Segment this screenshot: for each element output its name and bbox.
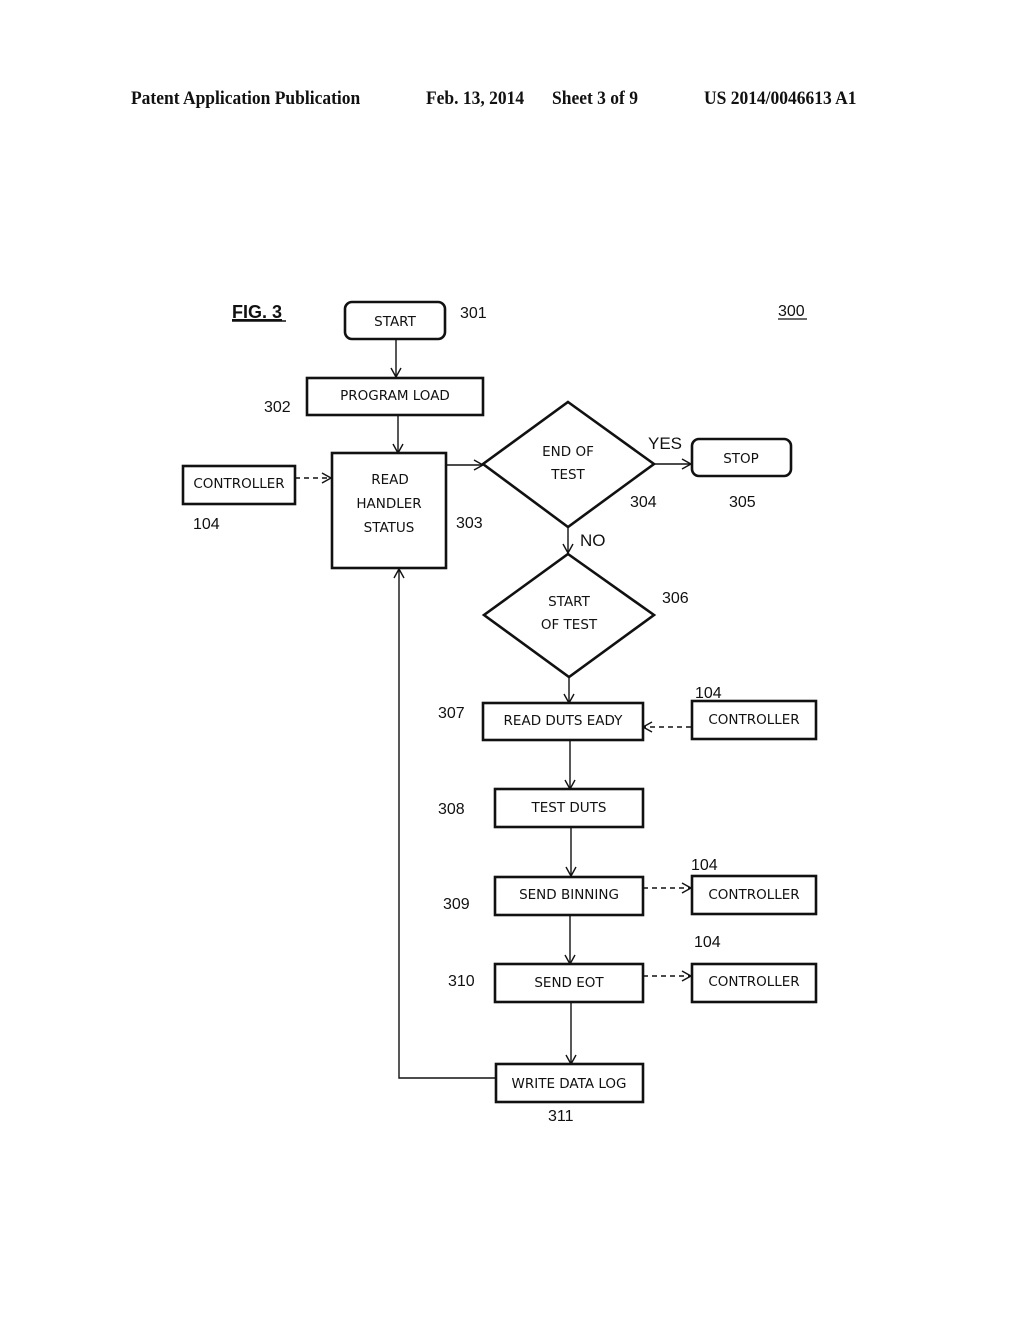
controller-2-label: CONTROLLER (708, 712, 799, 728)
node-read-handler-status: READ HANDLER STATUS (330, 451, 448, 570)
edge-label-no: NO (580, 531, 606, 550)
node-send-binning: SEND BINNING (493, 875, 645, 917)
node-controller-2: CONTROLLER (690, 699, 818, 741)
node-end-of-test: END OF TEST (480, 400, 657, 529)
node-program-load: PROGRAM LOAD (305, 376, 485, 417)
start-of-test-line-1: START (548, 594, 590, 610)
ref-305: 305 (729, 494, 756, 511)
send-binning-label: SEND BINNING (519, 887, 619, 903)
ref-309: 309 (443, 896, 470, 913)
node-controller-4: CONTROLLER (690, 962, 818, 1004)
end-of-test-line-1: END OF (542, 444, 594, 460)
flowchart: FIG. 3 300 START 301 PROGRAM LOAD 302 CO… (181, 300, 818, 1125)
ref-302: 302 (264, 399, 291, 416)
node-start: START (343, 300, 447, 341)
node-stop-label: STOP (723, 451, 759, 467)
ref-306: 306 (662, 590, 689, 607)
ref-307: 307 (438, 705, 465, 722)
node-controller-3: CONTROLLER (690, 874, 818, 916)
node-controller-1: CONTROLLER (181, 464, 297, 506)
node-send-eot: SEND EOT (493, 962, 645, 1004)
read-handler-line-3: STATUS (364, 520, 415, 536)
node-read-duts-ready: READ DUTS EADY (481, 701, 645, 742)
read-duts-label: READ DUTS EADY (504, 713, 624, 729)
ref-311: 311 (548, 1108, 574, 1125)
edge-loop-back-to-read-handler (393, 567, 496, 1079)
read-handler-line-2: HANDLER (356, 496, 421, 512)
node-start-label: START (374, 314, 416, 330)
ref-104-a: 104 (193, 516, 220, 533)
ref-301: 301 (460, 305, 487, 322)
node-write-data-log: WRITE DATA LOG (494, 1062, 645, 1104)
node-program-load-label: PROGRAM LOAD (340, 388, 450, 404)
end-of-test-line-2: TEST (550, 467, 585, 483)
send-eot-label: SEND EOT (534, 975, 604, 991)
node-start-of-test: START OF TEST (481, 552, 657, 679)
controller-1-label: CONTROLLER (193, 476, 284, 492)
edge-label-yes: YES (648, 434, 682, 453)
write-log-label: WRITE DATA LOG (512, 1076, 627, 1092)
ref-303: 303 (456, 515, 483, 532)
figure-ref: 300 (778, 303, 805, 320)
controller-4-label: CONTROLLER (708, 974, 799, 990)
ref-104-d: 104 (694, 934, 721, 951)
read-handler-line-1: READ (371, 472, 409, 488)
figure-label: FIG. 3 (232, 302, 282, 322)
ref-104-c: 104 (691, 857, 718, 874)
test-duts-label: TEST DUTS (531, 800, 607, 816)
ref-310: 310 (448, 973, 475, 990)
controller-3-label: CONTROLLER (708, 887, 799, 903)
ref-104-b: 104 (695, 685, 722, 702)
ref-308: 308 (438, 801, 465, 818)
start-of-test-line-2: OF TEST (541, 617, 598, 633)
ref-304: 304 (630, 494, 657, 511)
node-test-duts: TEST DUTS (493, 787, 645, 829)
node-stop: STOP (690, 437, 793, 478)
